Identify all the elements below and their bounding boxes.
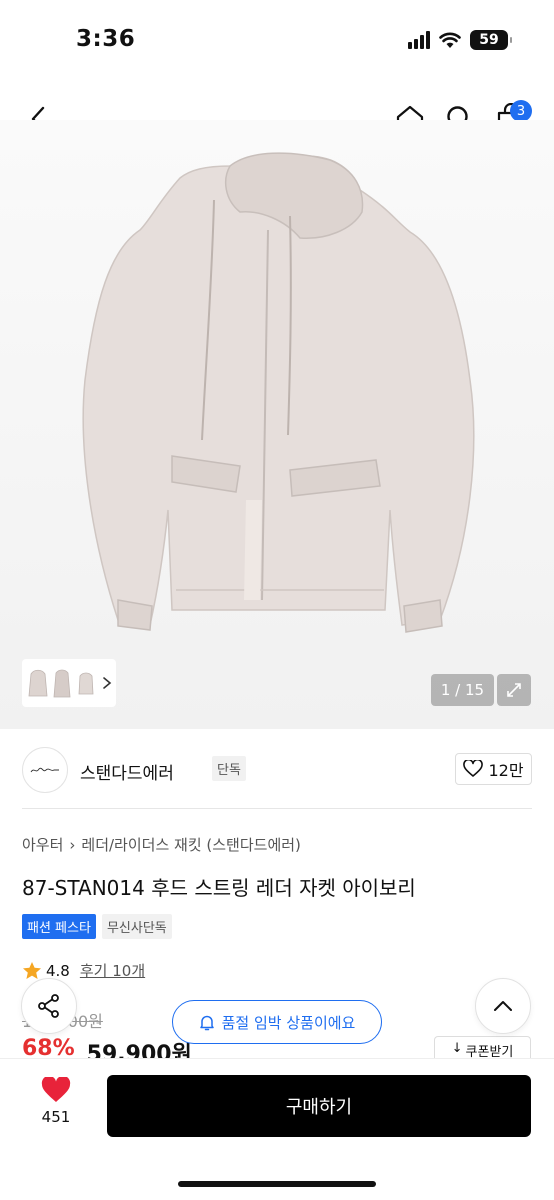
thumbnail-3[interactable] xyxy=(74,664,98,702)
breadcrumb-category[interactable]: 아우터 xyxy=(22,834,63,855)
scroll-top-button[interactable] xyxy=(475,978,531,1034)
brand-row: 스탠다드에러 단독 12만 xyxy=(22,745,532,795)
download-icon: ↓ xyxy=(451,1041,463,1056)
sale-price: 59,900원 xyxy=(86,1042,192,1058)
brand-logo[interactable] xyxy=(22,747,68,793)
jacket-image xyxy=(82,152,475,633)
breadcrumb: 아우터 › 레더/라이더스 재킷 (스탠다드에러) xyxy=(22,834,301,855)
wishlist-button[interactable]: 451 xyxy=(26,1077,86,1126)
signal-icon xyxy=(408,31,430,49)
expand-button[interactable] xyxy=(497,674,531,706)
breadcrumb-separator-icon: › xyxy=(69,835,76,854)
product-title: 87-STAN014 후드 스트링 레더 자켓 아이보리 xyxy=(22,876,416,900)
brand-logo-mark xyxy=(30,767,59,773)
product-tags: 패션 페스타 무신사단독 xyxy=(22,914,172,939)
toast-text: 품절 임박 상품이에요 xyxy=(221,1013,356,1032)
breadcrumb-subcategory[interactable]: 레더/라이더스 재킷 (스탠다드에러) xyxy=(81,834,301,855)
coupon-label: 쿠폰받기 xyxy=(465,1045,514,1058)
chevron-right-icon xyxy=(103,677,112,689)
wifi-icon xyxy=(439,32,461,48)
brand-like-button[interactable]: 12만 xyxy=(455,753,532,785)
thumbnail-strip[interactable] xyxy=(22,659,116,707)
thumbnail-1[interactable] xyxy=(26,664,50,702)
fashion-festa-tag: 패션 페스타 xyxy=(22,914,96,939)
brand-name[interactable]: 스탠다드에러 xyxy=(80,759,174,784)
rating-value: 4.8 xyxy=(46,961,70,980)
stock-alert-toast: 품절 임박 상품이에요 xyxy=(172,1000,382,1044)
cart-badge: 3 xyxy=(510,100,532,122)
chevron-up-icon xyxy=(494,1001,512,1011)
price-row: 68% 59,900원 xyxy=(22,1036,192,1058)
home-indicator xyxy=(178,1181,376,1187)
divider xyxy=(22,808,532,809)
discount-rate: 68% xyxy=(22,1036,75,1058)
product-image[interactable] xyxy=(0,120,554,729)
status-bar: 3:36 59 xyxy=(0,0,554,84)
status-time: 3:36 xyxy=(76,26,136,52)
share-icon xyxy=(38,994,59,1018)
wishlist-count: 451 xyxy=(41,1108,71,1126)
musinsa-exclusive-tag: 무신사단독 xyxy=(101,914,172,939)
battery-icon: 59 xyxy=(470,30,512,50)
star-icon xyxy=(23,962,41,979)
rating: 4.8 후기 10개 xyxy=(22,960,145,981)
status-icons: 59 xyxy=(408,30,512,50)
bottom-action-bar: 451 구매하기 xyxy=(0,1058,554,1200)
buy-button[interactable]: 구매하기 xyxy=(107,1075,531,1137)
coupon-button[interactable]: ↓ 쿠폰받기 xyxy=(434,1036,531,1058)
thumbnail-2[interactable] xyxy=(50,664,74,702)
bell-icon xyxy=(199,1015,214,1030)
heart-filled-icon xyxy=(41,1077,71,1102)
review-link[interactable]: 후기 10개 xyxy=(80,960,145,981)
expand-icon xyxy=(507,683,521,697)
brand-like-count: 12만 xyxy=(488,761,524,780)
battery-level: 59 xyxy=(479,32,499,48)
exclusive-tag: 단독 xyxy=(212,756,246,781)
heart-outline-icon xyxy=(463,760,484,777)
image-counter: 1 / 15 xyxy=(431,674,494,706)
share-button[interactable] xyxy=(21,978,77,1034)
